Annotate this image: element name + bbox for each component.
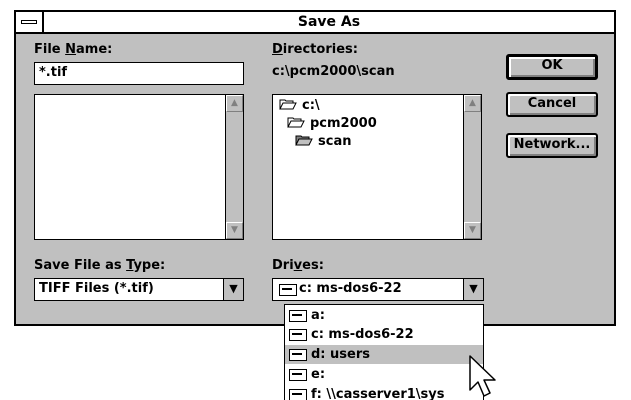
cancel-button[interactable]: Cancel xyxy=(506,92,598,117)
dropdown-arrow-icon[interactable]: ▼ xyxy=(223,279,243,300)
drives-dropdown-list[interactable]: a: c: ms-dos6-22 d: users e: f: \\casser… xyxy=(284,304,484,400)
window-title: Save As xyxy=(297,14,361,30)
system-menu-button[interactable] xyxy=(16,12,44,32)
file-list-scrollbar[interactable]: ▲ ▼ xyxy=(225,95,243,239)
drive-option-f[interactable]: f: \\casserver1\sys xyxy=(285,385,483,400)
network-drive-icon xyxy=(289,389,307,400)
title-bar: Save As xyxy=(16,12,614,34)
drive-option-c[interactable]: c: ms-dos6-22 xyxy=(285,325,483,344)
directory-item-scan[interactable]: scan xyxy=(295,133,351,151)
drive-option-a[interactable]: a: xyxy=(285,306,483,325)
drives-value: c: ms-dos6-22 xyxy=(299,281,402,296)
directory-tree[interactable]: c:\ pcm2000 scan ▲ ▼ xyxy=(272,94,482,240)
scroll-down-arrow-icon[interactable]: ▼ xyxy=(226,222,243,239)
cdrom-drive-icon xyxy=(289,369,307,381)
mouse-cursor-icon xyxy=(469,355,496,397)
directories-label: Directories: xyxy=(272,42,358,57)
directory-item-root[interactable]: c:\ xyxy=(279,97,320,115)
scroll-down-arrow-icon[interactable]: ▼ xyxy=(464,222,481,239)
network-button[interactable]: Network... xyxy=(506,133,598,158)
floppy-drive-icon xyxy=(289,310,307,322)
current-directory-path: c:\pcm2000\scan xyxy=(272,64,395,79)
save-type-label: Save File as Type: xyxy=(34,258,166,273)
open-folder-selected-icon xyxy=(295,135,313,146)
hard-drive-icon xyxy=(289,329,307,341)
ok-button[interactable]: OK xyxy=(506,54,598,80)
directory-tree-scrollbar[interactable]: ▲ ▼ xyxy=(463,95,481,239)
directory-item-pcm2000[interactable]: pcm2000 xyxy=(287,115,377,133)
file-name-input[interactable]: *.tif xyxy=(34,62,244,85)
save-type-select[interactable]: TIFF Files (*.tif) ▼ xyxy=(34,278,244,301)
file-name-label: File Name: xyxy=(34,42,113,57)
drive-option-d[interactable]: d: users xyxy=(285,345,483,364)
file-list[interactable]: ▲ ▼ xyxy=(34,94,244,240)
drive-option-e[interactable]: e: xyxy=(285,365,483,384)
system-menu-icon xyxy=(21,20,37,24)
hard-drive-icon xyxy=(279,284,297,296)
drives-label: Drives: xyxy=(272,258,324,273)
scroll-up-arrow-icon[interactable]: ▲ xyxy=(226,95,243,112)
hard-drive-icon xyxy=(289,349,307,361)
open-folder-icon xyxy=(279,99,297,110)
save-as-dialog: Save As File Name: *.tif ▲ ▼ Directories… xyxy=(14,10,616,326)
scroll-up-arrow-icon[interactable]: ▲ xyxy=(464,95,481,112)
dropdown-arrow-icon[interactable]: ▼ xyxy=(463,279,483,300)
open-folder-icon xyxy=(287,117,305,128)
drives-select[interactable]: c: ms-dos6-22 ▼ xyxy=(272,278,484,301)
save-type-value: TIFF Files (*.tif) xyxy=(39,281,154,296)
